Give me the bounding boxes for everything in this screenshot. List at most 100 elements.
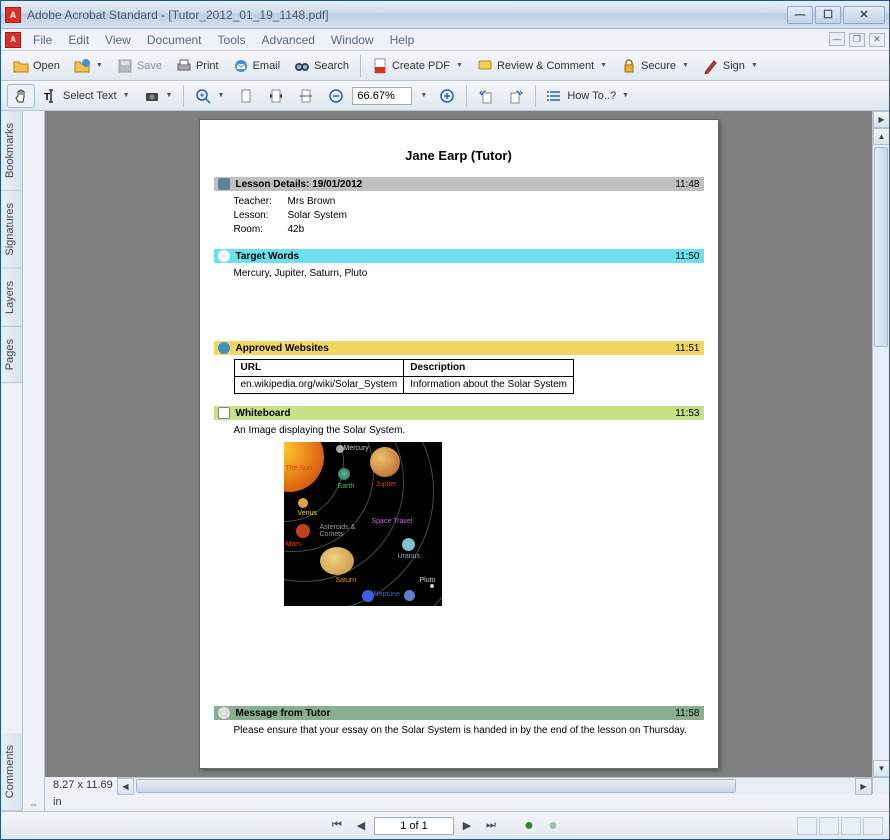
mdi-controls: — ❐ ✕ [828,32,885,47]
message-header: Message from Tutor [236,708,331,719]
chevron-down-icon: ▼ [217,92,224,99]
search-button[interactable]: Search [288,54,355,78]
separator [360,55,361,77]
whiteboard-body: An Image displaying the Solar System. [214,424,704,706]
minimize-button[interactable]: — [787,6,813,24]
maximize-button[interactable]: ☐ [815,6,841,24]
fit-width-button[interactable] [292,84,320,108]
target-words-time: 11:50 [675,251,699,262]
cell-url: en.wikipedia.org/wiki/Solar_System [234,377,404,394]
chevron-down-icon: ▼ [123,92,130,99]
close-button[interactable]: ✕ [843,6,885,24]
mdi-minimize-button[interactable]: — [829,32,845,46]
continuous-view-button[interactable] [819,817,839,835]
rotate-cw-button[interactable] [502,84,530,108]
zoom-level-input[interactable] [352,87,412,105]
first-page-button[interactable]: ⏮ [326,816,348,836]
binoculars-icon [294,58,310,74]
target-words-header: Target Words [236,251,300,262]
folder-open-icon [13,58,29,74]
continuous-facing-view-button[interactable] [863,817,883,835]
approved-websites-time: 11:51 [675,343,699,354]
toolbar-main: Open ▼ Save Print Email Search Create PD… [1,51,889,81]
document-area: Bookmarks Signatures Layers Pages Commen… [1,111,889,811]
mdi-close-button[interactable]: ✕ [869,33,885,47]
single-page-view-button[interactable] [797,817,817,835]
secure-button[interactable]: Secure ▼ [615,54,695,78]
lesson-value: Solar System [288,209,347,223]
print-label: Print [196,60,219,72]
label-space-travel: Space Travel [372,517,413,527]
print-button[interactable]: Print [170,54,225,78]
menu-view[interactable]: View [97,30,139,50]
scroll-track[interactable] [873,145,889,760]
chevron-down-icon[interactable]: ▼ [416,88,431,103]
resize-handle-icon[interactable]: ⇔ [23,797,44,811]
review-comment-button[interactable]: Review & Comment ▼ [471,54,613,78]
scroll-corner [872,777,889,794]
camera-icon [144,88,160,104]
hand-tool-button[interactable] [7,84,35,108]
scroll-track-h[interactable] [134,778,855,794]
select-text-button[interactable]: T Select Text ▼ [37,84,136,108]
tab-signatures[interactable]: Signatures [1,191,22,269]
approved-websites-body: URLDescription en.wikipedia.org/wiki/Sol… [214,359,704,406]
rotate-cw-icon [508,88,524,104]
label-venus: Venus [298,509,317,519]
zoom-out-button[interactable] [322,84,350,108]
facing-view-button[interactable] [841,817,861,835]
page-number-input[interactable]: 1 of 1 [374,817,454,835]
left-gutter: ⇔ [23,111,45,811]
horizontal-scrollbar[interactable]: ◀ ▶ [117,777,872,794]
actual-size-button[interactable] [232,84,260,108]
vertical-scrollbar[interactable]: ▶ ▲ ▼ [872,111,889,777]
back-button[interactable]: ● [518,816,540,836]
rotate-ccw-button[interactable] [472,84,500,108]
create-pdf-button[interactable]: Create PDF ▼ [366,54,469,78]
side-tabs: Bookmarks Signatures Layers Pages Commen… [1,111,23,811]
text-cursor-icon: T [43,88,59,104]
tab-comments[interactable]: Comments [1,733,22,811]
mdi-restore-button[interactable]: ❐ [849,33,865,47]
scroll-thumb-h[interactable] [136,779,736,793]
lesson-details-header: Lesson Details: 19/01/2012 [236,179,363,190]
open-button[interactable]: Open [7,54,66,78]
menu-document[interactable]: Document [139,30,210,50]
section-lesson-details: Lesson Details: 19/01/2012 11:48 [214,177,704,191]
fit-page-button[interactable] [262,84,290,108]
scroll-right-arrow-icon[interactable]: ▶ [855,778,872,795]
titlebar[interactable]: A Adobe Acrobat Standard - [Tutor_2012_0… [1,1,889,29]
tab-bookmarks[interactable]: Bookmarks [1,111,22,191]
menu-window[interactable]: Window [323,30,382,50]
last-page-button[interactable]: ⏭ [480,816,502,836]
sign-button[interactable]: Sign ▼ [697,54,764,78]
how-to-button[interactable]: How To..? ▼ [541,84,635,108]
magnifier-plus-icon [195,88,211,104]
tab-pages[interactable]: Pages [1,327,22,383]
scroll-right-arrow-icon[interactable]: ▶ [873,111,889,128]
scroll-left-arrow-icon[interactable]: ◀ [117,778,134,795]
prev-page-button[interactable]: ◀ [350,816,372,836]
forward-button[interactable]: ● [542,816,564,836]
scroll-down-arrow-icon[interactable]: ▼ [873,760,889,777]
menu-file[interactable]: File [25,30,60,50]
doc-scroll[interactable]: Jane Earp (Tutor) Lesson Details: 19/01/… [45,111,872,777]
open-from-web-button[interactable]: ▼ [68,54,109,78]
email-button[interactable]: Email [227,54,287,78]
folder-web-icon [74,58,90,74]
menu-edit[interactable]: Edit [60,30,97,50]
menu-advanced[interactable]: Advanced [254,30,323,50]
zoom-in-button[interactable]: ▼ [189,84,230,108]
snapshot-tool-button[interactable]: ▼ [138,84,179,108]
menu-tools[interactable]: Tools [210,30,254,50]
tab-layers[interactable]: Layers [1,269,22,327]
scroll-up-arrow-icon[interactable]: ▲ [873,128,889,145]
chevron-down-icon: ▼ [751,62,758,69]
save-button[interactable]: Save [111,54,168,78]
zoom-in-plus-button[interactable] [433,84,461,108]
next-page-button[interactable]: ▶ [456,816,478,836]
menu-help[interactable]: Help [382,30,423,50]
scroll-thumb[interactable] [874,147,888,347]
lesson-key: Lesson: [234,209,288,223]
select-text-label: Select Text [63,90,117,102]
